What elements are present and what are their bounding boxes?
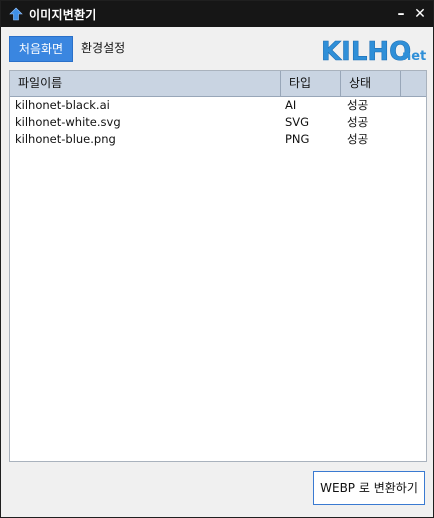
close-icon[interactable]: ✕ <box>412 6 428 22</box>
cell-filename: kilhonet-blue.png <box>15 132 116 146</box>
tab-settings[interactable]: 환경설정 <box>81 36 125 62</box>
convert-to-webp-button[interactable]: WEBP 로 변환하기 <box>313 471 425 505</box>
cell-type: SVG <box>285 115 310 129</box>
table-row[interactable]: kilhonet-black.ai AI 성공 <box>10 97 426 114</box>
cell-type: AI <box>285 98 297 112</box>
kilho-net-logo: KILHO .net <box>321 37 427 67</box>
column-header-filler <box>401 71 426 96</box>
cell-filename: kilhonet-black.ai <box>15 98 110 112</box>
tab-home[interactable]: 처음화면 <box>9 36 73 62</box>
cell-type: PNG <box>285 132 310 146</box>
list-header: 파일이름 타입 상태 <box>10 71 426 97</box>
table-row[interactable]: kilhonet-blue.png PNG 성공 <box>10 131 426 148</box>
cell-status: 성공 <box>347 132 369 146</box>
window-title: 이미지변환기 <box>29 8 97 22</box>
app-window: 이미지변환기 – ✕ 처음화면 환경설정 KILHO .net 파일이름 타입 … <box>0 0 434 518</box>
minimize-icon[interactable]: – <box>393 6 409 22</box>
file-list[interactable]: 파일이름 타입 상태 kilhonet-black.ai AI 성공 kilho… <box>9 70 427 462</box>
column-header-filename[interactable]: 파일이름 <box>10 71 281 96</box>
column-header-type[interactable]: 타입 <box>281 71 341 96</box>
table-row[interactable]: kilhonet-white.svg SVG 성공 <box>10 114 426 131</box>
title-bar[interactable]: 이미지변환기 – ✕ <box>1 1 433 27</box>
app-upload-icon <box>9 7 23 21</box>
cell-status: 성공 <box>347 98 369 112</box>
column-header-status[interactable]: 상태 <box>341 71 401 96</box>
cell-status: 성공 <box>347 115 369 129</box>
cell-filename: kilhonet-white.svg <box>15 115 121 129</box>
logo-suffix-text: .net <box>397 49 426 64</box>
